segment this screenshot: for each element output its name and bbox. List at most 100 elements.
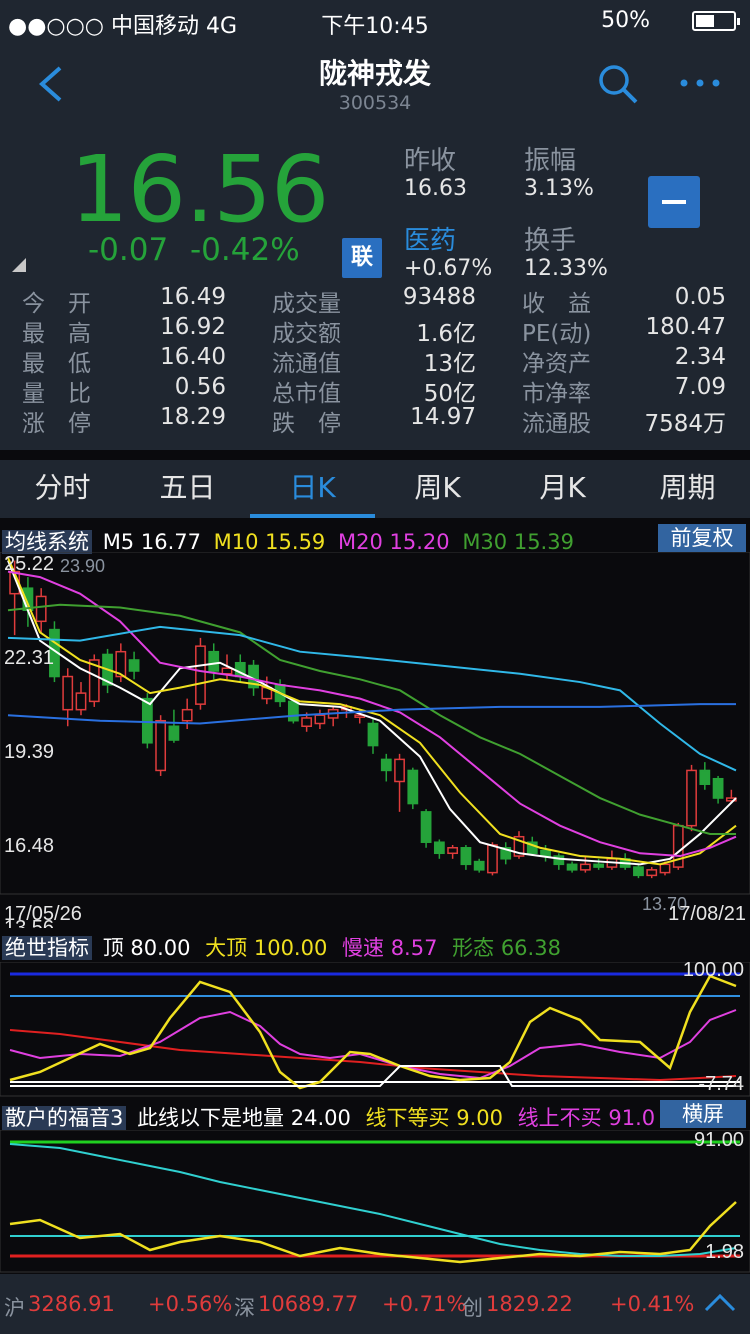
candle-body [35,595,47,623]
candle-body [487,844,498,874]
amplitude-label: 振幅 [524,146,577,176]
stat-value: 0.56 [174,374,226,400]
candle-body [128,659,140,672]
indicator2-buy-label: 线下等买 9.00 [365,1106,503,1130]
date-end: 17/08/21 [668,903,746,925]
stat-value: 7584万 [644,411,726,437]
candle-body [314,714,326,725]
candle-body [646,869,658,877]
indicator1-bigtop-label: 大顶 100.00 [205,936,328,960]
candle-body [699,769,711,785]
indicator1-title[interactable]: 绝世指标 [2,936,92,960]
tab-0[interactable]: 分时 [0,460,125,518]
indicator1-top-label: 顶 80.00 [102,936,191,960]
indicator2-ybottom: 1.98 [705,1241,744,1263]
y-axis-label: 25.22 [4,553,54,575]
y-axis-label: 19.39 [4,741,54,763]
candle-body [460,847,472,866]
tab-2[interactable]: 日K [250,460,375,518]
candle-body [433,841,445,855]
m20-label: M20 15.20 [337,530,450,554]
candle-body [447,847,459,855]
sh-index-label: 沪 [4,1296,25,1320]
stat-value: 13亿 [423,351,476,377]
indicator1-frame [0,962,750,1097]
indicator1-chart[interactable]: 100.00 -7.74 [0,962,750,1098]
indicator1-section: 绝世指标 顶 80.00 大顶 100.00 慢速 8.57 形态 66.38 … [0,928,750,1098]
y-axis-label: 22.31 [4,647,54,669]
kline-section: 均线系统 M5 16.77 M10 15.59 M20 15.20 M30 15… [0,518,750,928]
search-icon[interactable] [596,62,640,106]
ma-system-label[interactable]: 均线系统 [2,530,92,554]
candle-body [195,645,206,705]
tab-4[interactable]: 月K [500,460,625,518]
tab-3[interactable]: 周K [375,460,500,518]
turnover-label: 换手 [524,226,577,256]
indicator2-cyan-line [9,1143,737,1257]
stat-label: PE(动) [522,321,592,347]
sh-index-change: +0.56% [148,1292,233,1316]
candle-body [712,777,724,799]
cy-index-change: +0.41% [610,1292,695,1316]
corner-triangle-icon [12,258,26,272]
indicator1-shape-label: 形态 66.38 [452,936,561,960]
candle-body [208,650,220,672]
kline-chart[interactable]: 25.2222.3119.3916.4813.5623.9013.7017/05… [0,552,750,928]
lian-button[interactable]: 联 [342,238,382,278]
candle-body [579,863,591,871]
stat-value: 14.97 [410,404,476,430]
stat-value: 7.09 [674,374,726,400]
candle-body [168,725,180,741]
long-ma-line [7,625,737,772]
candle-body [221,667,233,675]
candle-body [62,675,74,711]
indicator2-chart[interactable]: 91.00 1.98 [0,1130,750,1274]
candle-body [420,811,432,843]
candle-body [473,860,485,871]
turnover-value: 12.33% [524,256,608,281]
stat-value: 0.05 [674,284,726,310]
sh-index-value: 3286.91 [28,1292,115,1316]
price-change-percent: -0.42% [190,232,300,268]
candle-body [394,758,405,783]
nav-bar: 陇神戎发 300534 [0,42,750,128]
date-start: 17/05/26 [4,903,82,925]
stat-value: 2.34 [674,344,726,370]
landscape-button[interactable]: 横屏 [660,1100,746,1128]
cy-index-value: 1829.22 [486,1292,573,1316]
remove-watchlist-button[interactable] [648,176,700,228]
stat-label: 流通股 [522,411,591,437]
candle-body [686,769,697,827]
stat-label: 最 低 [22,351,91,377]
stat-value: 180.47 [645,314,726,340]
tab-5[interactable]: 周期 [625,460,750,518]
candle-body [301,717,313,727]
stat-value: 1.6亿 [416,321,476,347]
battery-icon [692,11,740,31]
sz-index-change: +0.71% [382,1292,467,1316]
stat-label: 成交额 [272,321,341,347]
stat-label: 收 益 [522,291,591,317]
chevron-up-icon[interactable] [704,1292,736,1314]
more-icon[interactable] [676,68,724,98]
stat-value: 93488 [402,284,476,310]
ma30-line [7,603,736,835]
stat-label: 今 开 [22,291,91,317]
stat-value: 16.92 [160,314,226,340]
stat-label: 跌 停 [272,411,341,437]
adjust-button[interactable]: 前复权 [658,524,746,552]
candle-body [566,863,578,871]
indicator2-ytop: 91.00 [694,1130,744,1151]
sector-link[interactable]: 医药 [404,220,456,257]
stat-value: 18.29 [160,404,226,430]
status-bar: ●●○○○ 中国移动 4G 下午10:45 50% [0,0,750,42]
index-ticker-bar[interactable]: 沪 3286.91 +0.56% 深 10689.77 +0.71% 创 182… [0,1274,750,1334]
candle-body [380,758,392,772]
tab-1[interactable]: 五日 [125,460,250,518]
candle-body [593,863,605,868]
stat-value: 50亿 [423,381,476,407]
indicator2-title[interactable]: 散户的福音3 [2,1106,127,1130]
quote-panel: 16.56 -0.07 -0.42% 联 昨收 16.63 振幅 3.13% 医… [0,128,750,450]
stat-label: 总市值 [272,381,341,407]
candle-body [141,697,153,744]
